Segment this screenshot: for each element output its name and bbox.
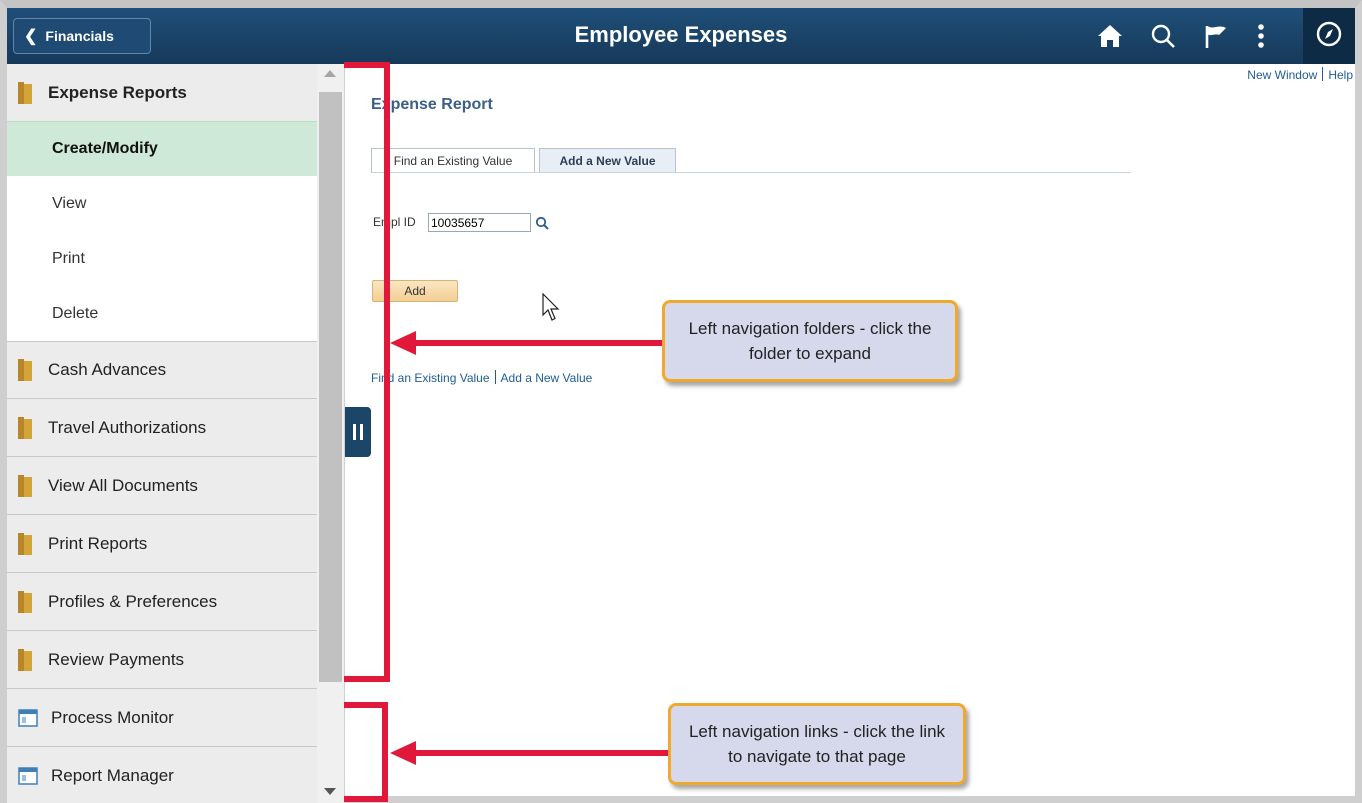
folder-icon — [18, 359, 32, 381]
tab-add-new-value[interactable]: Add a New Value — [539, 148, 676, 172]
page-icon — [18, 766, 38, 785]
folder-icon — [18, 590, 32, 613]
link-report-manager[interactable]: Report Manager — [7, 747, 317, 803]
tab-find-existing-value[interactable]: Find an Existing Value — [371, 148, 535, 172]
top-right-links: New Window Help — [1247, 67, 1353, 82]
nav-item-print[interactable]: Print — [7, 231, 317, 286]
nav-item-create-modify[interactable]: Create/Modify — [7, 121, 317, 176]
search-icon[interactable] — [1147, 20, 1179, 52]
empl-id-field[interactable] — [428, 213, 531, 232]
folder-profiles-preferences[interactable]: Profiles & Preferences — [7, 573, 317, 631]
new-window-link[interactable]: New Window — [1247, 68, 1317, 82]
help-link[interactable]: Help — [1328, 68, 1353, 82]
more-vertical-icon[interactable] — [1245, 20, 1277, 52]
links-bracket — [344, 702, 388, 802]
search-tabs: Find an Existing Value Add a New Value — [371, 148, 1131, 173]
folder-travel-authorizations[interactable]: Travel Authorizations — [7, 399, 317, 457]
flag-icon[interactable] — [1199, 20, 1231, 52]
link-separator — [1322, 67, 1324, 81]
navbar-compass-icon — [1315, 20, 1343, 53]
folders-arrow-head-icon — [390, 331, 416, 355]
folders-arrow-line — [412, 340, 666, 346]
links-arrow-line — [412, 750, 672, 756]
folder-view-all-documents[interactable]: View All Documents — [7, 457, 317, 515]
link-label: Process Monitor — [51, 707, 174, 727]
folder-expense-reports[interactable]: Expense Reports — [7, 64, 317, 122]
link-label: Report Manager — [51, 765, 174, 785]
home-icon[interactable] — [1094, 20, 1126, 52]
folder-label: Expense Reports — [48, 82, 187, 102]
scroll-down-arrow-icon[interactable] — [324, 788, 336, 795]
folder-label: Profiles & Preferences — [48, 591, 218, 611]
folder-label: Review Payments — [48, 649, 185, 669]
nav-item-delete[interactable]: Delete — [7, 286, 317, 341]
links-arrow-head-icon — [390, 741, 416, 765]
scroll-up-arrow-icon[interactable] — [324, 70, 336, 77]
nav-item-view[interactable]: View — [7, 176, 317, 231]
scrollbar-thumb[interactable] — [319, 92, 342, 682]
link-process-monitor[interactable]: Process Monitor — [7, 689, 317, 747]
folder-icon — [18, 532, 32, 555]
folder-print-reports[interactable]: Print Reports — [7, 515, 317, 573]
bottom-links: Find an Existing Value Add a New Value — [371, 370, 592, 385]
mouse-cursor-icon — [542, 293, 560, 321]
folder-review-payments[interactable]: Review Payments — [7, 631, 317, 689]
folder-label: View All Documents — [48, 475, 198, 495]
app-header: ❮ Financials Employee Expenses — [7, 8, 1355, 64]
left-navigation: Expense Reports Create/Modify View Print… — [7, 64, 317, 803]
sidebar-scrollbar[interactable] — [317, 64, 344, 803]
folder-label: Print Reports — [48, 533, 148, 553]
folder-icon — [18, 648, 32, 671]
page-icon — [18, 708, 38, 727]
callout-links: Left navigation links - click the link t… — [668, 703, 966, 785]
navbar-button[interactable] — [1303, 8, 1355, 64]
folder-icon — [18, 416, 32, 439]
folder-label: Cash Advances — [48, 360, 167, 379]
folders-bracket — [344, 62, 390, 682]
lookup-search-icon[interactable] — [535, 216, 549, 235]
folder-icon — [18, 81, 32, 104]
add-new-value-link[interactable]: Add a New Value — [501, 371, 593, 385]
folder-icon — [18, 474, 32, 497]
folder-label: Travel Authorizations — [48, 417, 207, 437]
callout-folders: Left navigation folders - click the fold… — [662, 300, 958, 382]
link-separator — [494, 370, 496, 384]
folder-cash-advances[interactable]: Cash Advances — [7, 341, 317, 399]
